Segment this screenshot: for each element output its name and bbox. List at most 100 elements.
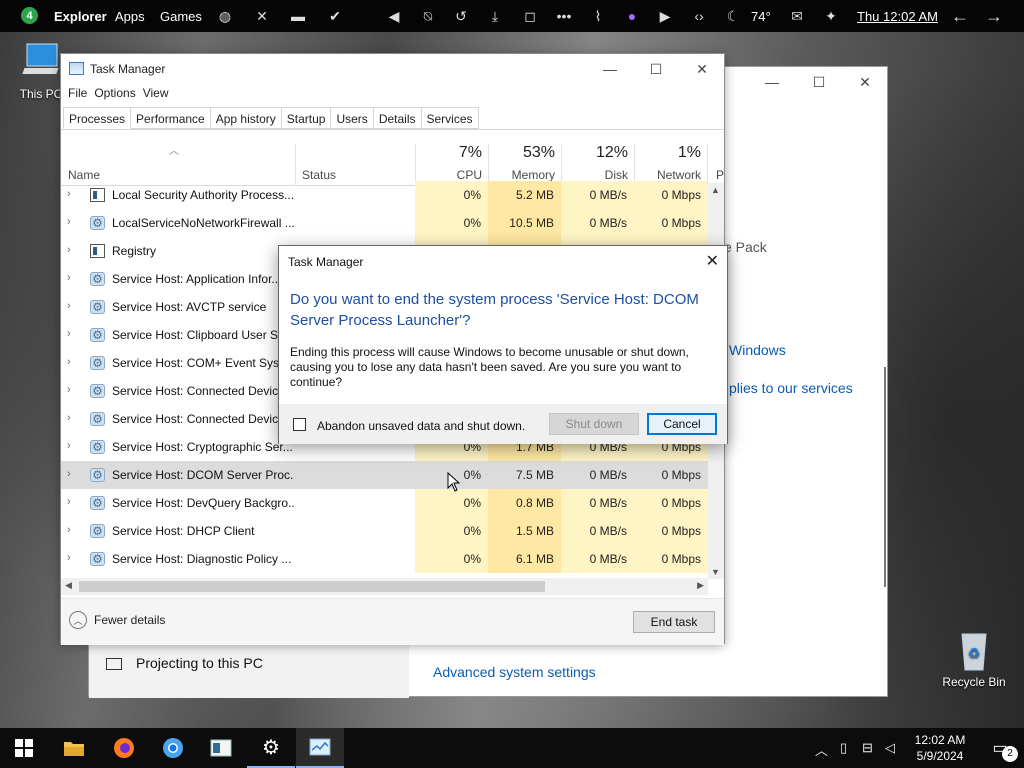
scroll-right-icon[interactable]: ▶ [697, 580, 704, 591]
taskbar-app-window[interactable] [197, 728, 245, 768]
col-status[interactable]: Status [302, 168, 336, 182]
taskbar-clock[interactable]: 12:02 AM 5/9/2024 [905, 732, 975, 764]
sparkle-icon[interactable]: ✦ [822, 7, 840, 25]
network-icon[interactable]: ⊟ [862, 740, 873, 756]
scroll-down-icon[interactable]: ▼ [711, 567, 720, 577]
tm-close-button[interactable]: ✕ [679, 54, 725, 84]
taskbar-task-manager[interactable] [296, 728, 344, 768]
workspace-badge[interactable]: 4 [21, 7, 38, 24]
code-icon[interactable]: ‹› [690, 7, 708, 25]
menu-explorer[interactable]: Explorer [54, 9, 107, 24]
expand-chevron-icon[interactable]: › [67, 272, 71, 284]
col-memory[interactable]: Memory [488, 168, 555, 182]
bg-link-windows[interactable]: Windows [729, 342, 786, 358]
menu-apps[interactable]: Apps [115, 9, 145, 24]
menu-file[interactable]: File [67, 86, 93, 100]
bg-link-services[interactable]: plies to our services [729, 380, 853, 396]
tools-icon[interactable]: ✕ [253, 7, 271, 25]
messenger-icon[interactable]: ● [623, 7, 641, 25]
shut-down-button[interactable]: Shut down [549, 413, 639, 435]
scroll-thumb[interactable] [79, 581, 545, 592]
projecting-label[interactable]: Projecting to this PC [136, 655, 263, 671]
tab-users[interactable]: Users [331, 107, 374, 129]
moon-icon[interactable]: ☾ [724, 7, 742, 25]
bell-off-icon[interactable]: ⍉ [419, 7, 437, 25]
tab-performance[interactable]: Performance [131, 107, 211, 129]
col-network[interactable]: Network [634, 168, 701, 182]
download-icon[interactable]: ⤓ [486, 7, 504, 25]
taskbar-file-explorer[interactable] [50, 728, 98, 768]
start-button[interactable] [0, 728, 48, 768]
expand-chevron-icon[interactable]: › [67, 356, 71, 368]
volume-icon[interactable]: ◀ [385, 7, 403, 25]
cancel-button[interactable]: Cancel [647, 413, 717, 435]
expand-chevron-icon[interactable]: › [67, 524, 71, 536]
topbar-clock[interactable]: Thu 12:02 AM [857, 9, 938, 24]
tablet-icon[interactable]: ▯ [840, 740, 847, 756]
menu-games[interactable]: Games [160, 9, 202, 24]
fewer-details-button[interactable]: ︿ Fewer details [69, 611, 165, 629]
abandon-data-checkbox[interactable] [293, 418, 306, 431]
table-row[interactable]: › Service Host: DHCP Client 0%1.5 MB0 MB/s… [61, 517, 708, 545]
col-cpu[interactable]: CPU [415, 168, 482, 182]
expand-chevron-icon[interactable]: › [67, 300, 71, 312]
mail-icon[interactable]: ✉ [788, 7, 806, 25]
scroll-left-icon[interactable]: ◀ [65, 580, 72, 591]
tab-app-history[interactable]: App history [210, 107, 282, 129]
abandon-data-label[interactable]: Abandon unsaved data and shut down. [317, 419, 525, 433]
paperclip-icon[interactable]: ⌇ [589, 7, 607, 25]
recycle-bin-desktop-icon[interactable]: ♻ Recycle Bin [939, 628, 1009, 689]
table-row[interactable]: ›Service Host: DCOM Server Proc...0%7.5 … [61, 461, 708, 489]
expand-chevron-icon[interactable]: › [67, 216, 71, 228]
table-row[interactable]: › LocalServiceNoNetworkFirewall ... 0%10.5… [61, 209, 708, 237]
end-task-button[interactable]: End task [633, 611, 715, 633]
col-name[interactable]: Name [68, 168, 100, 182]
globe-icon[interactable]: ◍ [216, 7, 234, 25]
expand-chevron-icon[interactable]: › [67, 552, 71, 564]
show-hidden-icons-icon[interactable]: ︿ [815, 740, 828, 759]
back-arrow-icon[interactable]: ← [951, 6, 969, 26]
menu-view[interactable]: View [142, 86, 175, 100]
tab-processes[interactable]: Processes [63, 107, 132, 129]
laptop-icon[interactable]: ▬ [289, 7, 307, 25]
table-row[interactable]: › Local Security Authority Process... 0% 5.… [61, 181, 708, 209]
bag-icon[interactable]: ◻ [521, 7, 539, 25]
dialog-close-icon[interactable]: ✕ [706, 251, 719, 271]
tm-titlebar[interactable]: Task Manager — ☐ ✕ [61, 54, 724, 84]
history-icon[interactable]: ↺ [452, 7, 470, 25]
expand-chevron-icon[interactable]: › [67, 384, 71, 396]
tab-services[interactable]: Services [421, 107, 479, 129]
bg-minimize-button[interactable]: — [749, 67, 795, 97]
bg-maximize-button[interactable]: ☐ [796, 67, 842, 97]
action-center-button[interactable]: ▭ 2 [976, 728, 1024, 768]
taskbar-chrome[interactable] [149, 728, 197, 768]
taskbar-settings[interactable]: ⚙ [247, 728, 295, 768]
advanced-system-settings-link[interactable]: Advanced system settings [433, 664, 596, 680]
col-disk[interactable]: Disk [561, 168, 628, 182]
check-icon[interactable]: ✔ [326, 7, 344, 25]
tm-minimize-button[interactable]: — [587, 54, 633, 84]
expand-chevron-icon[interactable]: › [67, 244, 71, 256]
process-horizontal-scrollbar[interactable]: ◀ ▶ [61, 578, 708, 595]
expand-chevron-icon[interactable]: › [67, 188, 71, 200]
taskbar-firefox[interactable] [100, 728, 148, 768]
tm-maximize-button[interactable]: ☐ [633, 54, 679, 84]
expand-chevron-icon[interactable]: › [67, 440, 71, 452]
menu-options[interactable]: Options [93, 86, 141, 100]
expand-chevron-icon[interactable]: › [67, 412, 71, 424]
tab-details[interactable]: Details [373, 107, 422, 129]
expand-chevron-icon[interactable]: › [67, 328, 71, 340]
more-icon[interactable]: ••• [555, 7, 573, 25]
bg-scrollbar[interactable] [884, 367, 886, 587]
volume-muted-icon[interactable]: ◁ [885, 740, 895, 756]
youtube-icon[interactable]: ▶ [656, 7, 674, 25]
scroll-up-icon[interactable]: ▲ [711, 185, 720, 195]
forward-arrow-icon[interactable]: → [985, 6, 1003, 26]
table-row[interactable]: › Service Host: Diagnostic Policy ... 0%6.… [61, 545, 708, 573]
table-row[interactable]: › Service Host: DevQuery Backgro... 0%0.8 … [61, 489, 708, 517]
tab-startup[interactable]: Startup [281, 107, 332, 129]
bg-close-button[interactable]: ✕ [842, 67, 888, 97]
expand-chevron-icon[interactable]: › [67, 468, 71, 480]
expand-chevron-icon[interactable]: › [67, 496, 71, 508]
col-power[interactable]: P [716, 168, 724, 182]
